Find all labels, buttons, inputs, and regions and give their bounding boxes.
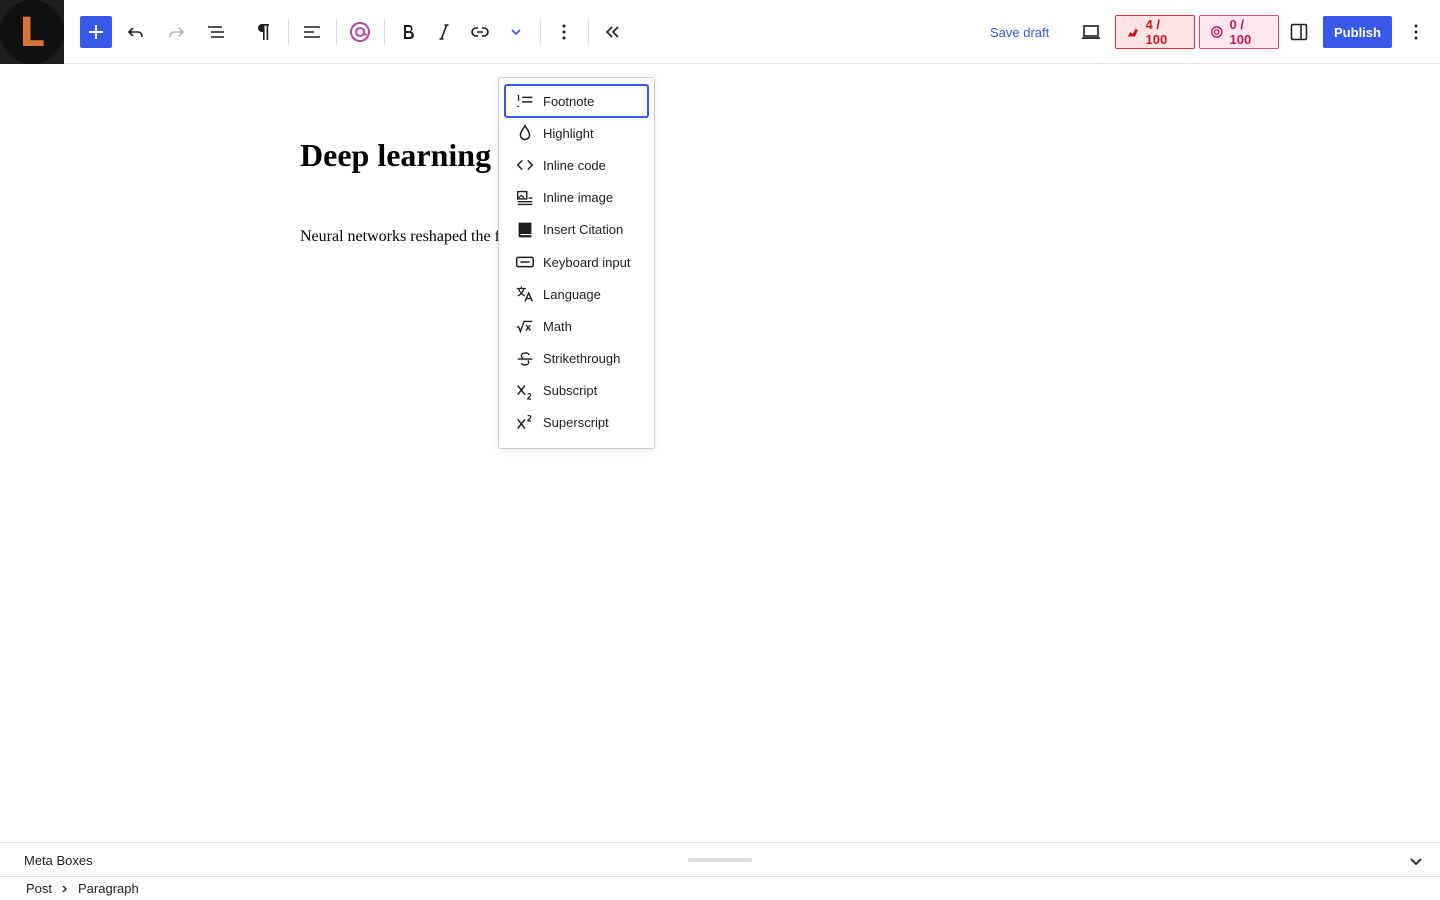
menu-item-inline-image[interactable]: Inline image: [505, 182, 648, 214]
redo-icon: [169, 27, 185, 37]
site-logo-button[interactable]: L: [0, 0, 64, 64]
editor-header: L Save draft 4 / 100 0 / 100 Publish: [0, 0, 1440, 64]
menu-item-label: Language: [543, 286, 601, 302]
menu-item-label: Highlight: [543, 125, 594, 141]
sidebar-icon: [1290, 23, 1308, 41]
menu-item-inline-code[interactable]: Inline code: [505, 149, 648, 181]
menu-item-footnote[interactable]: Footnote: [504, 84, 649, 118]
chevron-double-left-icon: [605, 26, 619, 38]
add-block-button[interactable]: [80, 16, 112, 48]
preview-button[interactable]: [1075, 16, 1107, 48]
menu-item-label: Math: [543, 318, 572, 334]
highlight-drop-icon: [513, 121, 537, 145]
readability-score-value: 0 / 100: [1229, 17, 1252, 47]
align-button[interactable]: [296, 16, 328, 48]
laptop-icon: [1082, 25, 1100, 39]
chevron-down-icon[interactable]: [1404, 849, 1428, 873]
settings-sidebar-button[interactable]: [1283, 16, 1315, 48]
subscript-icon: [513, 379, 537, 403]
chevron-down-icon: [511, 29, 521, 36]
inline-image-icon: [513, 186, 537, 210]
resize-handle[interactable]: [688, 858, 752, 862]
paragraph-icon: [258, 24, 269, 40]
vertical-dots-icon: [562, 24, 566, 40]
menu-item-label: Strikethrough: [543, 351, 621, 367]
align-left-icon: [304, 26, 320, 38]
math-icon: [513, 314, 537, 338]
menu-item-label: Inline code: [543, 157, 606, 173]
menu-item-highlight[interactable]: Highlight: [505, 117, 648, 149]
toolbar-divider: [384, 20, 385, 44]
seo-score-button[interactable]: 4 / 100: [1115, 15, 1195, 49]
toolbar-divider: [288, 20, 289, 44]
meta-boxes-panel: Meta Boxes: [0, 842, 1440, 876]
ai-assistant-button[interactable]: [344, 16, 376, 48]
paragraph-block[interactable]: Neural networks reshaped the f: [300, 228, 500, 246]
readability-score-icon: [1211, 26, 1223, 38]
keyboard-icon: [513, 250, 537, 274]
meta-boxes-label: Meta Boxes: [24, 853, 93, 868]
format-dropdown-menu: Footnote Highlight Inline code Inline im…: [498, 77, 655, 449]
language-icon: [513, 282, 537, 306]
seo-score-icon: [1127, 28, 1138, 37]
menu-item-label: Footnote: [543, 93, 595, 109]
breadcrumb-paragraph[interactable]: Paragraph: [70, 881, 147, 896]
document-overview-button[interactable]: [200, 16, 232, 48]
block-breadcrumb: Post Paragraph: [0, 876, 1440, 900]
bold-icon: [404, 25, 414, 40]
menu-item-math[interactable]: Math: [505, 310, 648, 342]
seo-score-value: 4 / 100: [1145, 17, 1168, 47]
menu-item-keyboard-input[interactable]: Keyboard input: [505, 246, 648, 278]
site-logo-icon: L: [0, 0, 64, 64]
paragraph-block-button[interactable]: [248, 16, 280, 48]
breadcrumb-post[interactable]: Post: [18, 881, 60, 896]
menu-item-insert-citation[interactable]: Insert Citation: [505, 214, 648, 246]
readability-score-button[interactable]: 0 / 100: [1199, 15, 1279, 49]
vertical-dots-icon: [1414, 24, 1418, 40]
bold-button[interactable]: [392, 16, 424, 48]
redo-button[interactable]: [160, 16, 192, 48]
toolbar-divider: [588, 20, 589, 44]
menu-item-label: Inline image: [543, 190, 614, 206]
link-button[interactable]: [464, 16, 496, 48]
options-menu-button[interactable]: [1400, 16, 1432, 48]
footnote-icon: [513, 89, 537, 113]
save-draft-button[interactable]: Save draft: [980, 16, 1059, 48]
chevron-right-icon: [60, 884, 70, 894]
undo-icon: [127, 27, 143, 37]
toolbar-divider: [336, 20, 337, 44]
menu-item-superscript[interactable]: Superscript: [505, 407, 648, 439]
more-formatting-button[interactable]: [500, 16, 532, 48]
italic-button[interactable]: [428, 16, 460, 48]
site-logo-letter: L: [19, 10, 45, 56]
menu-item-label: Subscript: [543, 383, 598, 399]
publish-button[interactable]: Publish: [1323, 16, 1392, 48]
toolbar-divider: [540, 20, 541, 44]
book-icon: [513, 218, 537, 242]
collapse-toolbar-button[interactable]: [596, 16, 628, 48]
menu-item-label: Superscript: [543, 415, 609, 431]
italic-icon: [439, 24, 449, 40]
link-icon: [471, 27, 489, 37]
menu-item-language[interactable]: Language: [505, 278, 648, 310]
plus-icon: [89, 25, 103, 39]
menu-item-label: Keyboard input: [543, 254, 631, 270]
code-icon: [513, 153, 537, 177]
block-options-button[interactable]: [548, 16, 580, 48]
strikethrough-icon: [513, 347, 537, 371]
superscript-icon: [513, 411, 537, 435]
list-view-icon: [208, 26, 224, 38]
ai-icon: [350, 22, 370, 42]
menu-item-strikethrough[interactable]: Strikethrough: [505, 343, 648, 375]
menu-item-subscript[interactable]: Subscript: [505, 375, 648, 407]
undo-button[interactable]: [120, 16, 152, 48]
post-title[interactable]: Deep learning: [300, 137, 491, 174]
editor-canvas: Deep learning Neural networks reshaped t…: [0, 65, 1440, 842]
menu-item-label: Insert Citation: [543, 222, 624, 238]
